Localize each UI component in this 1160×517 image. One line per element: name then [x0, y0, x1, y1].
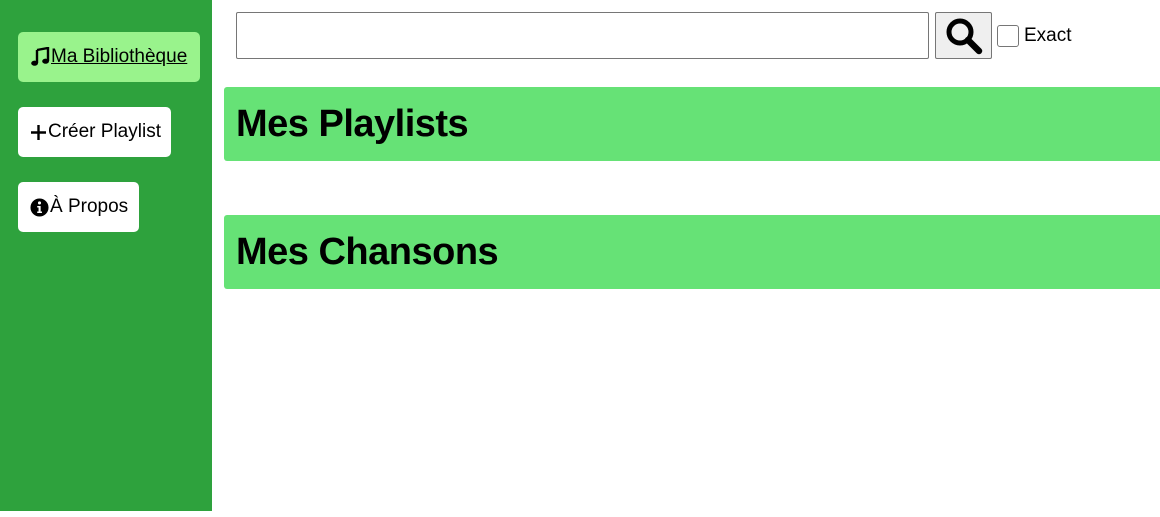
sidebar-item-about[interactable]: À Propos	[18, 182, 139, 232]
search-input[interactable]	[236, 12, 929, 59]
plus-icon	[30, 122, 47, 142]
app: Ma Bibliothèque Créer Playlist À Propos	[0, 0, 1160, 517]
playlists-section-header: Mes Playlists	[224, 87, 1160, 161]
sidebar-item-library[interactable]: Ma Bibliothèque	[18, 32, 200, 82]
songs-section-header: Mes Chansons	[224, 215, 1160, 289]
exact-option[interactable]: Exact	[997, 23, 1072, 48]
exact-checkbox[interactable]	[997, 24, 1019, 47]
sidebar-item-create-playlist[interactable]: Créer Playlist	[18, 107, 171, 157]
sidebar-item-label: À Propos	[50, 196, 129, 217]
songs-title: Mes Chansons	[236, 230, 499, 273]
sidebar: Ma Bibliothèque Créer Playlist À Propos	[0, 0, 212, 511]
exact-label: Exact	[1024, 24, 1072, 46]
sidebar-item-label: Ma Bibliothèque	[51, 46, 188, 67]
music-note-icon	[30, 47, 50, 67]
info-icon	[30, 197, 49, 217]
sidebar-item-label: Créer Playlist	[48, 121, 161, 142]
search-button[interactable]	[935, 12, 992, 59]
search-icon	[945, 17, 983, 55]
playlists-title: Mes Playlists	[236, 102, 469, 145]
